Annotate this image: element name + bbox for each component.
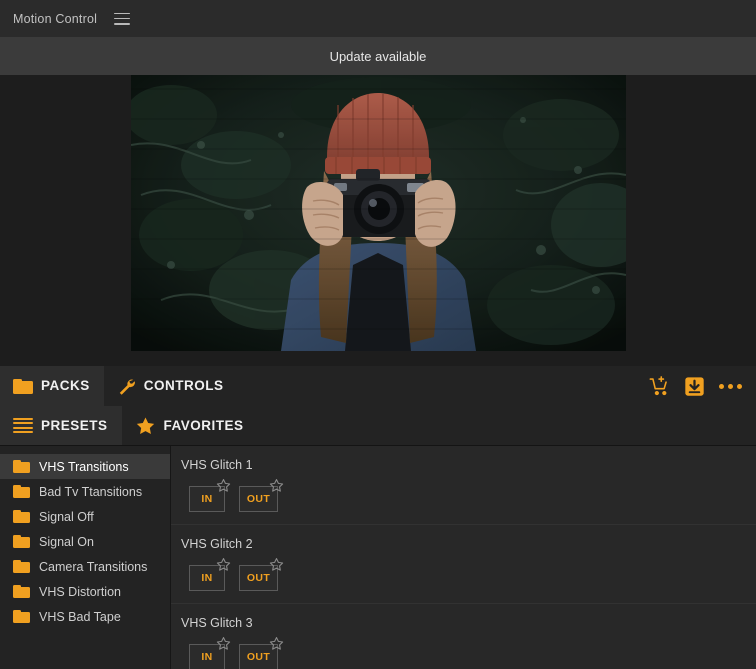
more-dots-icon[interactable] xyxy=(719,383,742,389)
title-bar: Motion Control xyxy=(0,0,756,37)
sidebar-item-bad-tv-transitions[interactable]: Bad Tv Ttansitions xyxy=(0,479,170,504)
toolbar-actions xyxy=(649,366,756,406)
tab-favorites-label: FAVORITES xyxy=(163,417,244,433)
preset-row[interactable]: VHS Glitch 1 IN OUT xyxy=(171,446,756,525)
preset-buttons: IN OUT xyxy=(181,637,756,669)
content-area: VHS Transitions Bad Tv Ttansitions Signa… xyxy=(0,446,756,669)
folder-icon xyxy=(13,510,30,523)
sidebar-item-label: Signal On xyxy=(39,534,94,549)
favorite-star-icon[interactable] xyxy=(269,557,284,572)
preset-buttons: IN OUT xyxy=(181,479,756,512)
preset-title: VHS Glitch 2 xyxy=(181,537,253,551)
sidebar-item-label: Bad Tv Ttansitions xyxy=(39,484,143,499)
folder-icon xyxy=(13,378,33,394)
favorite-star-icon[interactable] xyxy=(269,478,284,493)
folder-icon xyxy=(13,535,30,548)
app-title: Motion Control xyxy=(13,11,98,26)
list-lines-icon xyxy=(13,417,33,434)
preset-in-group: IN xyxy=(189,558,231,591)
folder-icon xyxy=(13,460,30,473)
download-icon[interactable] xyxy=(684,376,705,397)
sidebar-item-vhs-distortion[interactable]: VHS Distortion xyxy=(0,579,170,604)
tab-favorites[interactable]: FAVORITES xyxy=(122,406,258,445)
folder-icon xyxy=(13,610,30,623)
folder-sidebar: VHS Transitions Bad Tv Ttansitions Signa… xyxy=(0,446,171,669)
tab-controls-label: CONTROLS xyxy=(143,378,224,394)
preset-out-group: OUT xyxy=(239,479,284,512)
sidebar-item-signal-off[interactable]: Signal Off xyxy=(0,504,170,529)
secondary-toolbar: PRESETS FAVORITES xyxy=(0,406,756,446)
favorite-star-icon[interactable] xyxy=(269,636,284,651)
tab-packs[interactable]: PACKS xyxy=(0,366,104,406)
favorite-star-icon[interactable] xyxy=(216,478,231,493)
sidebar-item-label: VHS Bad Tape xyxy=(39,609,121,624)
tab-controls[interactable]: CONTROLS xyxy=(104,366,238,406)
preset-out-group: OUT xyxy=(239,558,284,591)
preview-artwork xyxy=(130,75,626,351)
hamburger-menu-icon[interactable] xyxy=(114,12,131,25)
preview-area xyxy=(0,75,756,366)
favorite-star-icon[interactable] xyxy=(216,557,231,572)
cart-plus-icon[interactable] xyxy=(649,375,670,397)
application-window: Motion Control Update available PACKS CO… xyxy=(0,0,756,669)
preset-out-group: OUT xyxy=(239,637,284,669)
favorite-star-icon[interactable] xyxy=(216,636,231,651)
folder-icon xyxy=(13,560,30,573)
tab-packs-label: PACKS xyxy=(41,378,90,394)
preset-in-group: IN xyxy=(189,479,231,512)
folder-icon xyxy=(13,485,30,498)
preview-image xyxy=(130,75,626,351)
tab-presets[interactable]: PRESETS xyxy=(0,406,122,445)
star-filled-icon xyxy=(135,416,156,436)
sidebar-item-label: VHS Transitions xyxy=(39,459,129,474)
preset-row[interactable]: VHS Glitch 2 IN OUT xyxy=(171,525,756,604)
primary-toolbar: PACKS CONTROLS xyxy=(0,366,756,406)
sidebar-item-label: Camera Transitions xyxy=(39,559,148,574)
sidebar-item-label: VHS Distortion xyxy=(39,584,121,599)
preset-title: VHS Glitch 1 xyxy=(181,458,253,472)
tab-presets-label: PRESETS xyxy=(41,417,108,433)
folder-icon xyxy=(13,585,30,598)
sidebar-item-vhs-transitions[interactable]: VHS Transitions xyxy=(0,454,170,479)
preset-buttons: IN OUT xyxy=(181,558,756,591)
preset-row[interactable]: VHS Glitch 3 IN OUT xyxy=(171,604,756,669)
sidebar-item-signal-on[interactable]: Signal On xyxy=(0,529,170,554)
sidebar-item-label: Signal Off xyxy=(39,509,94,524)
update-available-banner[interactable]: Update available xyxy=(0,37,756,75)
preset-in-group: IN xyxy=(189,637,231,669)
sidebar-item-camera-transitions[interactable]: Camera Transitions xyxy=(0,554,170,579)
wrench-icon xyxy=(117,377,136,396)
sidebar-item-vhs-bad-tape[interactable]: VHS Bad Tape xyxy=(0,604,170,629)
preset-title: VHS Glitch 3 xyxy=(181,616,253,630)
preset-list: VHS Glitch 1 IN OUT VHS Glitch 2 IN OUT … xyxy=(171,446,756,669)
